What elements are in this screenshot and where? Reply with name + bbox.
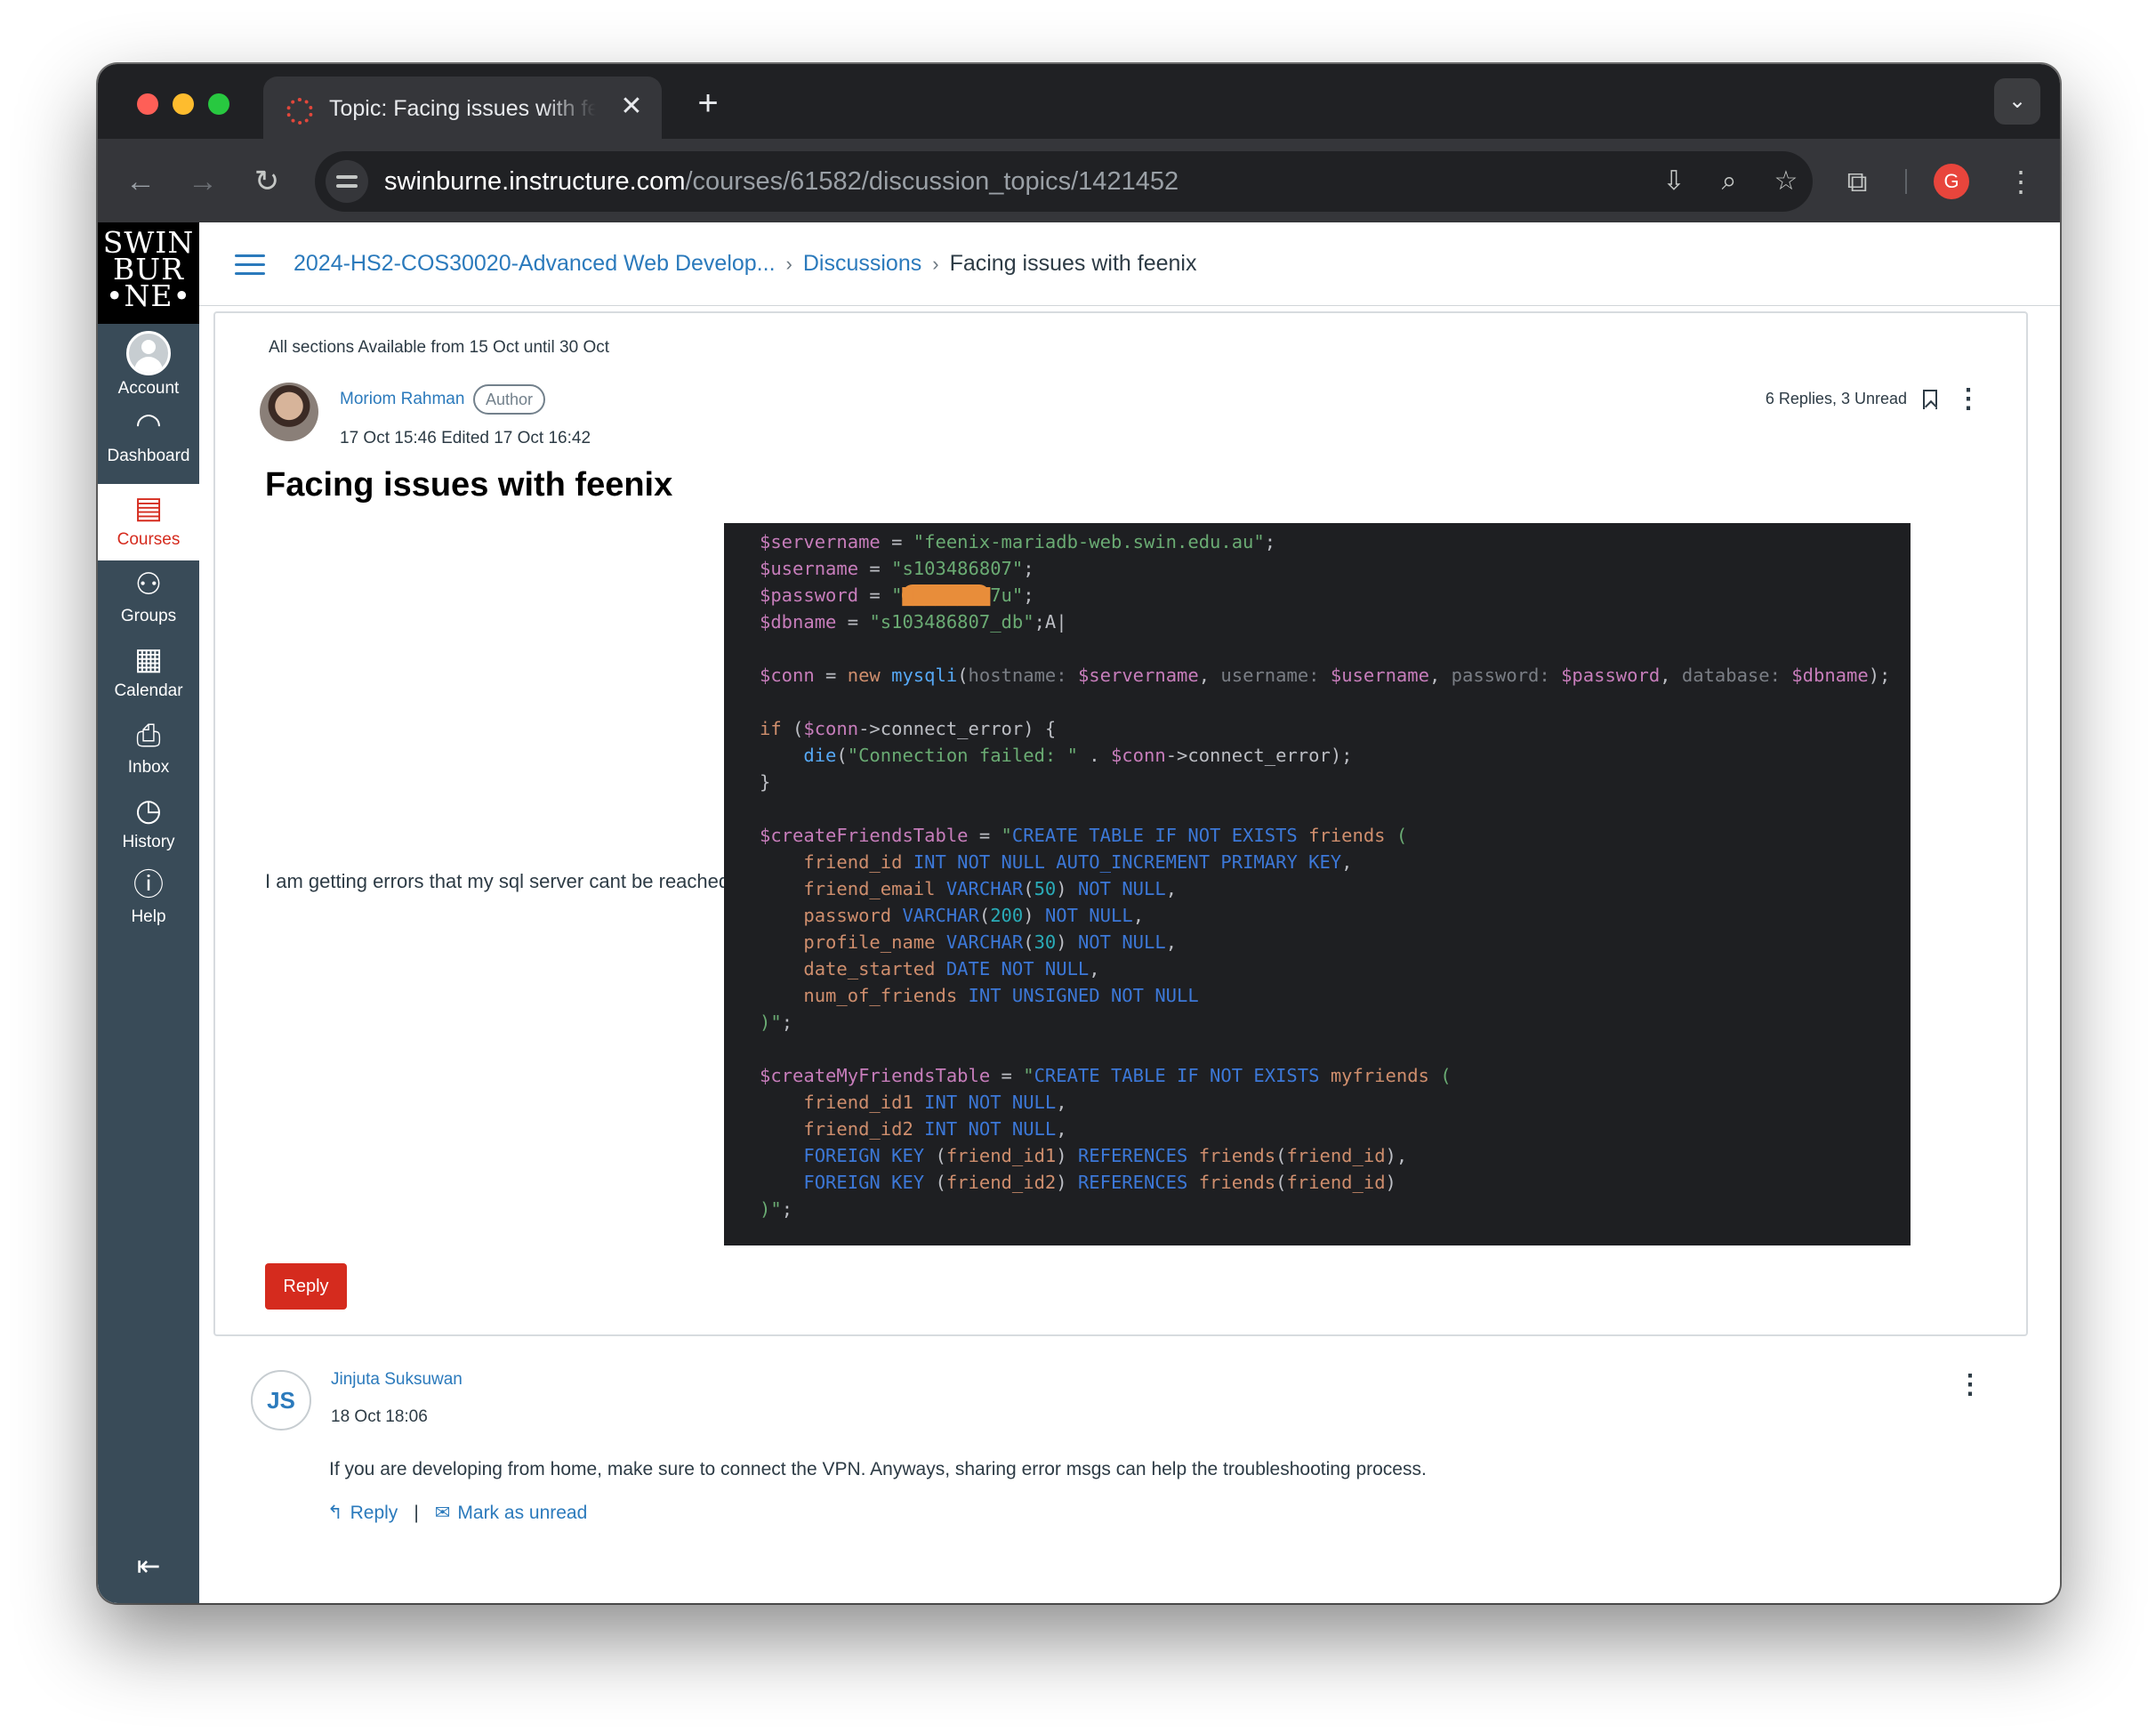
inbox-icon: ⎙ [136, 719, 161, 753]
nav-label: History [122, 833, 175, 851]
url-host: swinburne.instructure.com [384, 167, 686, 196]
nav-item-courses[interactable]: ▤ Courses [98, 484, 199, 560]
back-arrow-icon[interactable]: ← [121, 162, 160, 201]
loading-favicon-icon [286, 98, 313, 125]
author-avatar[interactable] [260, 383, 318, 441]
reply-button[interactable]: Reply [265, 1263, 347, 1310]
breadcrumb-current: Facing issues with feenix [949, 251, 1197, 276]
minimize-window-button[interactable] [173, 93, 194, 115]
reply-body-text: If you are developing from home, make su… [329, 1459, 1427, 1479]
availability-text: All sections Available from 15 Oct until… [269, 338, 609, 357]
extensions-icon[interactable]: ⧉ [1838, 162, 1877, 201]
reply-actions: ↰ Reply | ✉ Mark as unread [327, 1502, 587, 1524]
nav-label: Groups [120, 607, 177, 625]
reply-author-avatar[interactable]: JS [251, 1370, 311, 1431]
zoom-icon[interactable]: ⌕ [1711, 164, 1747, 199]
install-app-icon[interactable]: ⇩ [1656, 164, 1692, 199]
replies-count: 6 Replies, 3 Unread [1765, 390, 1907, 407]
history-icon: ◷ [135, 794, 162, 827]
author-name-link[interactable]: Moriom Rahman [340, 390, 464, 409]
calendar-icon: ▦ [133, 642, 164, 676]
discussion-topic-card: All sections Available from 15 Oct until… [213, 311, 2028, 1336]
groups-icon: ⚇ [134, 568, 163, 601]
maximize-window-button[interactable] [208, 93, 229, 115]
dashboard-icon: ◠ [135, 407, 162, 441]
nav-item-calendar[interactable]: ▦ Calendar [98, 635, 199, 710]
account-icon [126, 331, 171, 375]
close-window-button[interactable] [137, 93, 158, 115]
nav-label: Courses [117, 530, 181, 549]
help-icon: ⓘ [133, 868, 164, 902]
reply-arrow-icon: ↰ [327, 1503, 343, 1523]
topic-body-text: I am getting errors that my sql server c… [265, 870, 736, 892]
breadcrumb: 2024-HS2-COS30020-Advanced Web Develop..… [294, 251, 1196, 277]
url-text[interactable]: swinburne.instructure.com/courses/61582/… [384, 167, 1179, 197]
reply-more-options-icon[interactable]: ⋮ [1957, 1372, 1983, 1398]
mark-as-unread-link[interactable]: Mark as unread [457, 1503, 587, 1523]
nav-label: Dashboard [107, 447, 190, 465]
bookmark-star-icon[interactable]: ☆ [1768, 164, 1804, 199]
swinburne-logo[interactable]: SWIN BUR •NE• [98, 222, 199, 324]
tab-title: Topic: Facing issues with feenix [329, 96, 596, 121]
browser-menu-icon[interactable]: ⋮ [2001, 162, 2040, 201]
browser-tab[interactable]: Topic: Facing issues with feenix ✕ [263, 77, 662, 139]
nav-label: Help [131, 907, 166, 926]
canvas-page: SWIN BUR •NE• Account ◠ Dashboard ▤ Cour… [98, 222, 2060, 1603]
hamburger-menu-icon[interactable] [235, 254, 265, 276]
url-path: /courses/61582/discussion_topics/1421452 [685, 167, 1179, 196]
nav-item-groups[interactable]: ⚇ Groups [98, 560, 199, 635]
site-info-icon[interactable] [326, 160, 368, 203]
nav-item-help[interactable]: ⓘ Help [98, 861, 199, 936]
nav-label: Calendar [114, 681, 183, 700]
collapse-nav-icon[interactable]: ⇤ [128, 1548, 169, 1584]
profile-avatar[interactable]: G [1934, 164, 1969, 199]
nav-label: Inbox [127, 758, 170, 777]
post-date: 17 Oct 15:46 Edited 17 Oct 16:42 [340, 429, 591, 447]
reply-author-name-link[interactable]: Jinjuta Suksuwan [331, 1370, 463, 1390]
breadcrumb-bar: 2024-HS2-COS30020-Advanced Web Develop..… [199, 222, 2060, 306]
nav-item-history[interactable]: ◷ History [98, 786, 199, 861]
code-screenshot-image: $servername = "feenix-mariadb-web.swin.e… [724, 523, 1911, 1245]
reload-icon[interactable]: ↻ [247, 162, 286, 201]
reply-link[interactable]: Reply [350, 1503, 398, 1523]
topic-title: Facing issues with feenix [265, 466, 673, 504]
more-options-icon[interactable]: ⋮ [1955, 386, 1982, 413]
tab-strip: Topic: Facing issues with feenix ✕ + ⌄ [98, 64, 2060, 139]
nav-label: Account [117, 379, 180, 398]
forward-arrow-icon[interactable]: → [183, 162, 222, 201]
breadcrumb-course-link[interactable]: 2024-HS2-COS30020-Advanced Web Develop..… [294, 251, 776, 276]
courses-icon: ▤ [133, 491, 164, 525]
author-badge: Author [473, 384, 546, 415]
reply-date: 18 Oct 18:06 [331, 1407, 428, 1426]
breadcrumb-discussions-link[interactable]: Discussions [803, 251, 921, 276]
global-navigation: SWIN BUR •NE• Account ◠ Dashboard ▤ Cour… [98, 222, 199, 1603]
bookmark-icon[interactable] [1923, 390, 1937, 409]
browser-toolbar: ← → ↻ swinburne.instructure.com/courses/… [98, 139, 2060, 222]
chevron-right-icon: › [785, 253, 792, 275]
browser-window: Topic: Facing issues with feenix ✕ + ⌄ ←… [98, 64, 2060, 1603]
logo-line: •NE• [106, 278, 191, 313]
address-bar[interactable]: swinburne.instructure.com/courses/61582/… [315, 151, 1813, 212]
action-separator: | [414, 1503, 419, 1523]
toolbar-divider [1905, 169, 1907, 194]
close-tab-icon[interactable]: ✕ [615, 91, 648, 123]
tab-search-button[interactable]: ⌄ [1994, 78, 2040, 125]
envelope-icon: ✉ [434, 1503, 451, 1523]
nav-item-account[interactable]: Account [98, 324, 199, 399]
new-tab-button[interactable]: + [690, 85, 726, 121]
nav-item-dashboard[interactable]: ◠ Dashboard [98, 400, 199, 475]
nav-item-inbox[interactable]: ⎙ Inbox [98, 712, 199, 786]
chevron-right-icon: › [932, 253, 939, 275]
